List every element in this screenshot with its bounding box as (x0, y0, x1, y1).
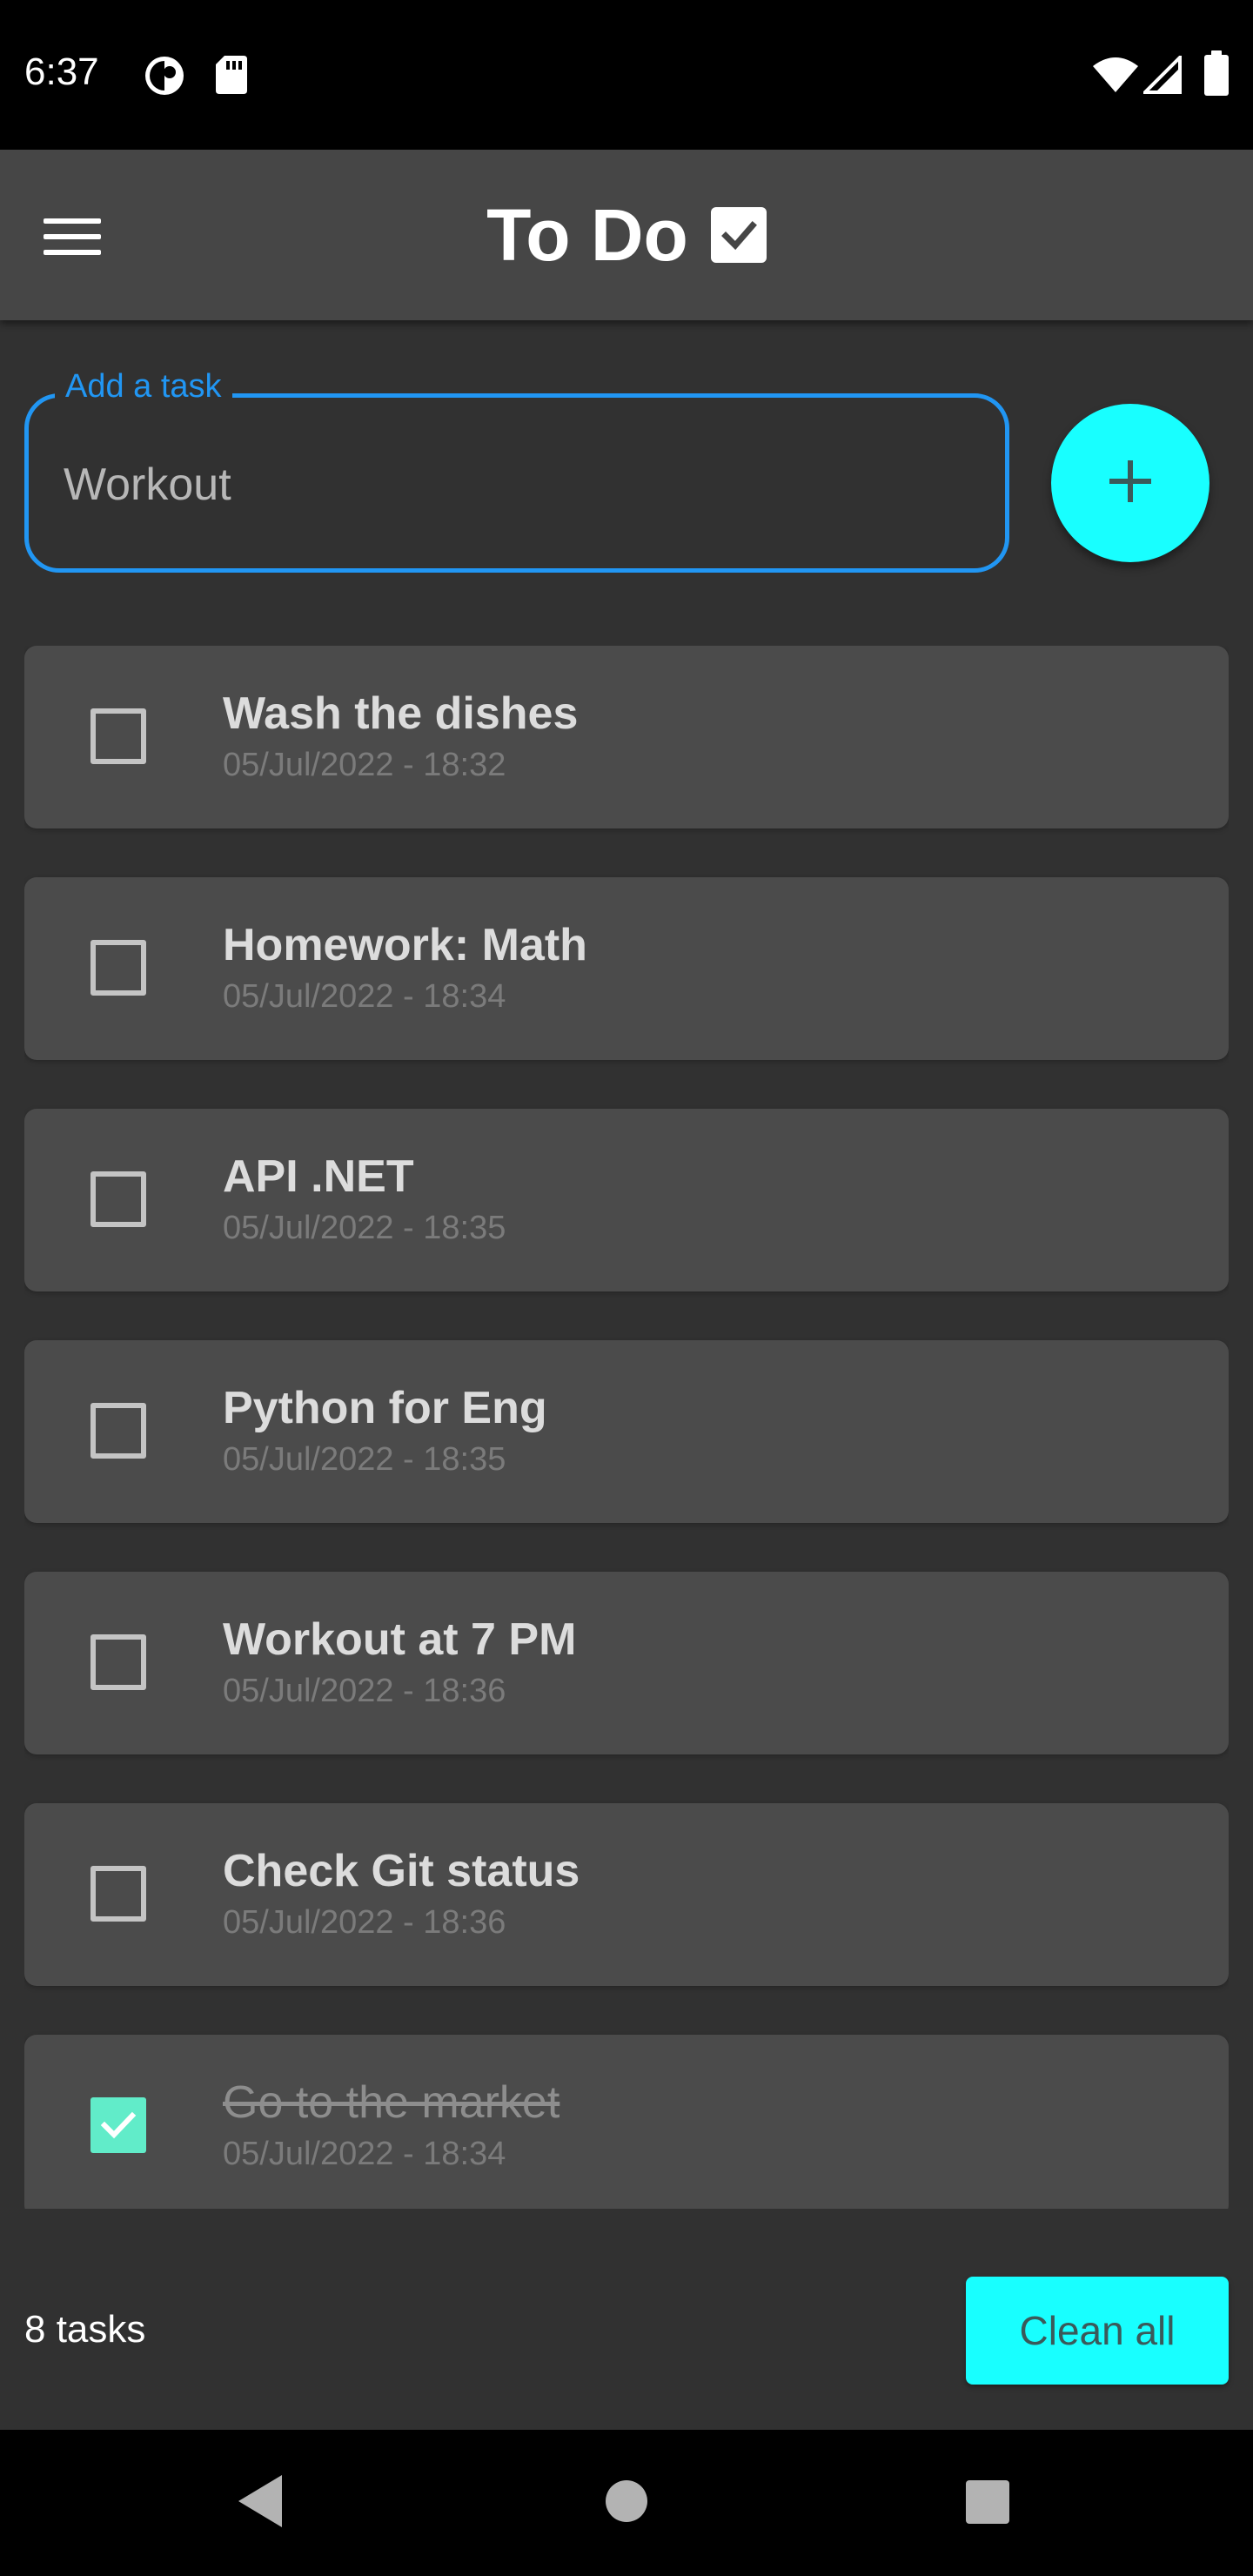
task-checkbox[interactable] (90, 708, 146, 764)
task-title: API .NET (223, 1151, 414, 1202)
status-bar: 6:37 (0, 0, 1253, 150)
task-title: Check Git status (223, 1846, 580, 1896)
check-icon (100, 2111, 137, 2139)
checkbox-checked-icon (710, 207, 767, 263)
task-title: Homework: Math (223, 920, 587, 970)
task-timestamp: 05/Jul/2022 - 18:35 (223, 1441, 506, 1478)
clean-all-button[interactable]: Clean all (966, 2277, 1229, 2385)
task-item[interactable]: Python for Eng 05/Jul/2022 - 18:35 (24, 1340, 1229, 1523)
data-saver-icon (143, 54, 186, 102)
task-checkbox[interactable] (90, 1634, 146, 1690)
task-item[interactable]: Check Git status 05/Jul/2022 - 18:36 (24, 1803, 1229, 1986)
task-timestamp: 05/Jul/2022 - 18:36 (223, 1673, 506, 1709)
task-list: Wash the dishes 05/Jul/2022 - 18:32 Home… (24, 646, 1229, 2209)
task-title: Python for Eng (223, 1383, 547, 1433)
task-count: 8 tasks (24, 2308, 146, 2351)
task-item[interactable]: Homework: Math 05/Jul/2022 - 18:34 (24, 877, 1229, 1060)
task-title: Wash the dishes (223, 688, 579, 739)
cell-signal-icon (1141, 53, 1182, 98)
battery-icon (1204, 50, 1229, 100)
add-task-label: Add a task (55, 368, 232, 406)
status-time: 6:37 (24, 50, 99, 93)
task-checkbox[interactable] (90, 940, 146, 996)
task-title: Workout at 7 PM (223, 1614, 577, 1665)
task-checkbox[interactable] (90, 1866, 146, 1922)
add-task-input[interactable] (64, 441, 968, 528)
task-item[interactable]: Workout at 7 PM 05/Jul/2022 - 18:36 (24, 1572, 1229, 1754)
add-task-button[interactable] (1051, 404, 1209, 562)
navigation-bar (0, 2430, 1253, 2576)
app-title: To Do (486, 193, 688, 276)
task-item[interactable]: API .NET 05/Jul/2022 - 18:35 (24, 1109, 1229, 1291)
task-timestamp: 05/Jul/2022 - 18:34 (223, 2136, 506, 2172)
task-item-completed[interactable]: Go to the market 05/Jul/2022 - 18:34 (24, 2035, 1229, 2209)
task-checkbox-checked[interactable] (90, 2097, 146, 2153)
home-icon[interactable] (606, 2480, 647, 2522)
task-timestamp: 05/Jul/2022 - 18:36 (223, 1904, 506, 1941)
app-title-group: To Do (0, 150, 1253, 320)
task-timestamp: 05/Jul/2022 - 18:35 (223, 1210, 506, 1246)
task-timestamp: 05/Jul/2022 - 18:32 (223, 747, 506, 783)
task-checkbox[interactable] (90, 1403, 146, 1459)
task-timestamp: 05/Jul/2022 - 18:34 (223, 978, 506, 1015)
add-task-field[interactable]: Add a task (24, 368, 1009, 573)
recents-icon[interactable] (966, 2480, 1009, 2524)
plus-icon (1106, 457, 1155, 510)
task-item[interactable]: Wash the dishes 05/Jul/2022 - 18:32 (24, 646, 1229, 828)
app-bar: To Do (0, 150, 1253, 320)
back-icon[interactable] (238, 2475, 282, 2527)
sd-card-icon (214, 54, 249, 100)
task-title: Go to the market (223, 2077, 560, 2128)
task-checkbox[interactable] (90, 1171, 146, 1227)
wifi-icon (1091, 56, 1140, 98)
